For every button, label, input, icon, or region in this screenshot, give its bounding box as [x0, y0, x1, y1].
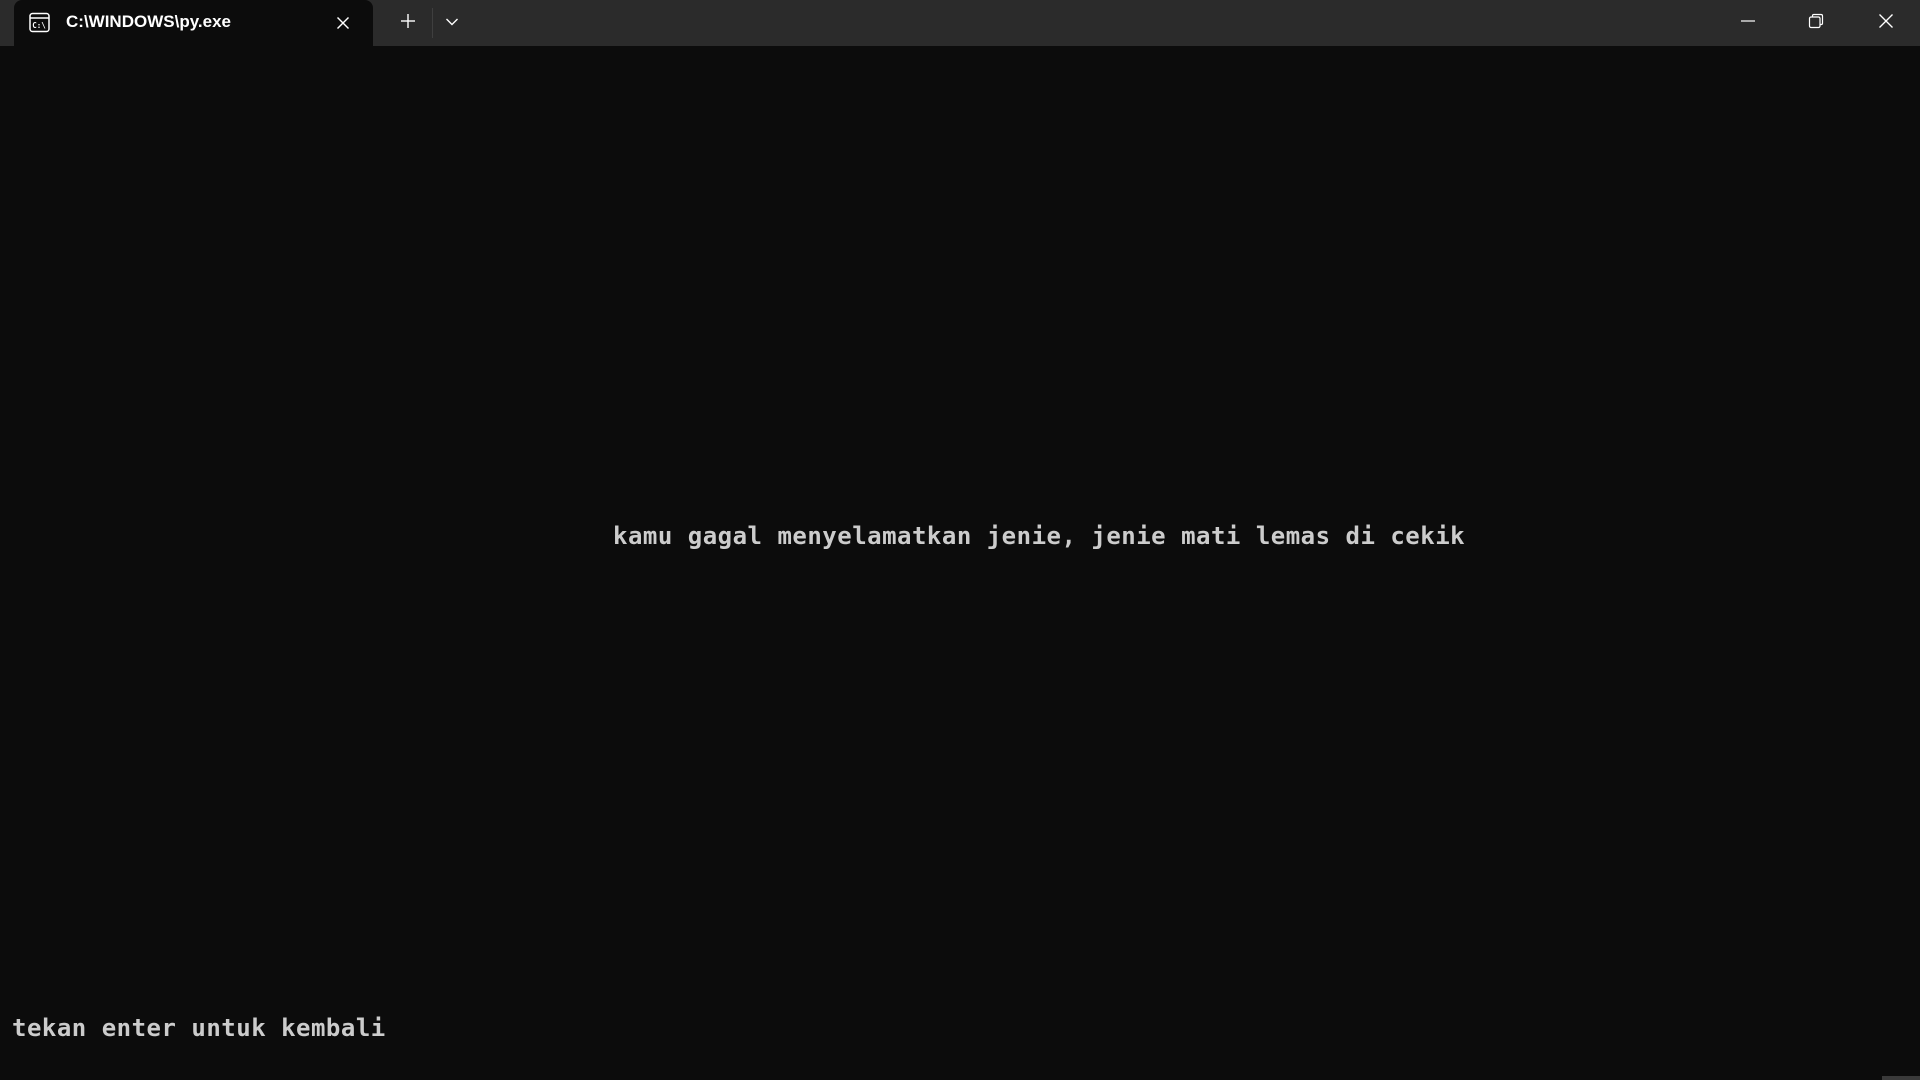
minimize-icon: [1740, 13, 1756, 34]
new-tab-button[interactable]: [391, 6, 425, 40]
close-window-button[interactable]: [1851, 0, 1920, 46]
console-output[interactable]: kamu gagal menyelamatkan jenie, jenie ma…: [0, 46, 1920, 1080]
console-message: kamu gagal menyelamatkan jenie, jenie ma…: [613, 522, 1466, 550]
tab-dropdown-button[interactable]: [437, 6, 467, 40]
restore-icon: [1808, 13, 1824, 34]
console-prompt: tekan enter untuk kembali: [12, 1014, 386, 1042]
plus-icon: [400, 13, 416, 34]
svg-text:C:\: C:\: [32, 21, 46, 30]
tab-py-exe[interactable]: C:\ C:\WINDOWS\py.exe: [14, 0, 373, 47]
terminal-window: C:\ C:\WINDOWS\py.exe kamu gagal menyela…: [0, 0, 1920, 1080]
scrollbar[interactable]: [1882, 1076, 1920, 1080]
title-bar[interactable]: C:\ C:\WINDOWS\py.exe: [0, 0, 1920, 47]
terminal-icon: C:\: [29, 12, 50, 33]
close-icon[interactable]: [330, 10, 356, 36]
tab-title: C:\WINDOWS\py.exe: [66, 12, 231, 31]
close-icon: [1878, 13, 1894, 34]
titlebar-divider: [432, 8, 433, 38]
chevron-down-icon: [445, 14, 459, 32]
restore-button[interactable]: [1782, 0, 1850, 46]
minimize-button[interactable]: [1714, 0, 1782, 46]
